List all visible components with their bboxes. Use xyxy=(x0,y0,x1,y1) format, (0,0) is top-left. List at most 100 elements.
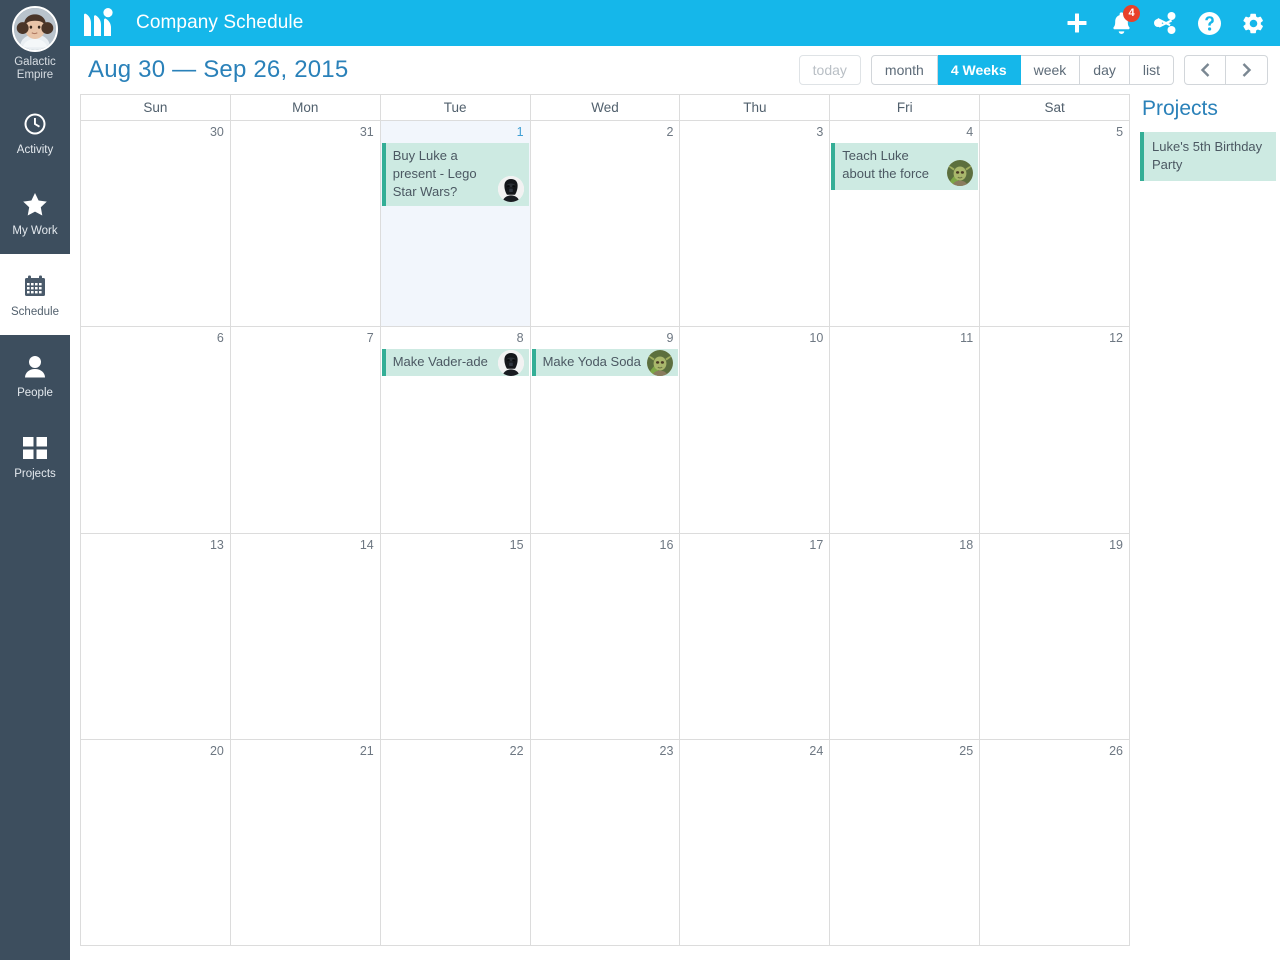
left-nav-rail: Galactic Empire Activity My Work Schedul… xyxy=(0,0,70,960)
day-events xyxy=(980,345,1129,349)
calendar-day-header: Wed xyxy=(529,95,680,120)
calendar-day-cell[interactable]: 5 xyxy=(979,121,1129,327)
calendar-day-cell[interactable]: 9 Make Yoda Soda xyxy=(529,327,680,533)
calendar-day-cell[interactable]: 19 xyxy=(979,533,1129,739)
calendar-day-header: Fri xyxy=(829,95,979,120)
calendar-day-cell[interactable]: 23 xyxy=(529,739,680,945)
date-range-title: Aug 30 — Sep 26, 2015 xyxy=(88,56,349,83)
calendar-week-row: 13 14 15 16 17 18 19 xyxy=(81,532,1129,739)
calendar-day-cell[interactable]: 17 xyxy=(679,533,829,739)
view-day-button[interactable]: day xyxy=(1080,55,1130,85)
day-number: 24 xyxy=(809,743,824,758)
today-button[interactable]: today xyxy=(798,55,861,85)
calendar-event[interactable]: Buy Luke a present - Lego Star Wars? xyxy=(381,143,529,206)
calendar-day-cell[interactable]: 10 xyxy=(679,327,829,533)
day-events xyxy=(680,758,829,762)
calendar-day-headers: Sun Mon Tue Wed Thu Fri Sat xyxy=(81,95,1129,121)
day-number: 12 xyxy=(1109,331,1124,346)
day-events: Buy Luke a present - Lego Star Wars? xyxy=(381,139,530,206)
calendar-week-row: 20 21 22 23 24 25 26 xyxy=(81,738,1129,945)
view-week-button[interactable]: week xyxy=(1020,55,1081,85)
calendar-day-cell[interactable]: 12 xyxy=(979,327,1129,533)
calendar-day-header: Tue xyxy=(379,95,530,120)
day-events xyxy=(830,345,979,349)
notifications-button[interactable]: 4 xyxy=(1108,5,1140,36)
sidebar-item-my-work[interactable]: My Work xyxy=(0,173,70,254)
sidebar-item-label: People xyxy=(17,386,53,399)
day-number: 21 xyxy=(359,743,374,758)
day-events xyxy=(81,345,230,349)
view-month-button[interactable]: month xyxy=(870,55,938,85)
calendar-day-cell[interactable]: 21 xyxy=(229,739,380,945)
account-badge[interactable]: Galactic Empire xyxy=(0,0,70,92)
day-number: 19 xyxy=(1109,537,1124,552)
sidebar-item-label: Schedule xyxy=(11,305,59,318)
day-events xyxy=(381,758,530,762)
mavenlink-logo-icon[interactable] xyxy=(82,8,124,38)
view-4weeks-button[interactable]: 4 Weeks xyxy=(937,55,1021,85)
sidebar-item-people[interactable]: People xyxy=(0,335,70,416)
day-events xyxy=(531,552,680,556)
calendar-day-cell[interactable]: 24 xyxy=(679,739,829,945)
day-number: 20 xyxy=(209,743,224,758)
calendar-day-cell[interactable]: 13 xyxy=(81,534,230,739)
calendar-event[interactable]: Make Yoda Soda xyxy=(531,349,679,377)
calendar-event[interactable]: Make Vader-ade xyxy=(381,349,529,377)
day-number: 1 xyxy=(516,125,524,139)
sidebar-item-schedule[interactable]: Schedule xyxy=(0,254,70,335)
calendar-day-cell[interactable]: 11 xyxy=(829,327,979,533)
calendar-day-cell[interactable]: 7 xyxy=(229,327,380,533)
add-button[interactable] xyxy=(1064,10,1090,36)
day-number: 16 xyxy=(659,537,674,552)
calendar-day-cell[interactable]: 8 Make Vader-ade xyxy=(379,327,530,533)
calendar-day-cell[interactable]: 20 xyxy=(81,740,230,945)
plus-icon xyxy=(1066,12,1088,34)
day-number: 6 xyxy=(216,331,224,346)
day-number: 22 xyxy=(509,743,524,758)
calendar-event[interactable]: Teach Luke about the force xyxy=(831,143,979,190)
calendar-grid: Sun Mon Tue Wed Thu Fri Sat 30 31 1 Buy Luke a pr… xyxy=(80,94,1130,946)
day-events xyxy=(680,345,829,349)
view-list-button[interactable]: list xyxy=(1129,55,1174,85)
day-events xyxy=(381,552,530,556)
calendar-day-cell[interactable]: 15 xyxy=(379,533,530,739)
next-period-button[interactable] xyxy=(1226,55,1268,85)
share-icon xyxy=(1154,12,1176,34)
calendar-day-cell-today[interactable]: 1 Buy Luke a present - Lego Star Wars? xyxy=(379,121,530,327)
help-button[interactable] xyxy=(1196,10,1222,36)
notification-badge: 4 xyxy=(1123,5,1140,22)
calendar-day-cell[interactable]: 2 xyxy=(529,121,680,327)
calendar-day-cell[interactable]: 30 xyxy=(81,121,230,326)
share-button[interactable] xyxy=(1152,10,1178,36)
day-number: 31 xyxy=(359,125,374,139)
calendar-day-cell[interactable]: 4 Teach Luke about the force xyxy=(829,121,979,327)
calendar-day-cell[interactable]: 31 xyxy=(229,121,380,327)
calendar-day-cell[interactable]: 16 xyxy=(529,533,680,739)
settings-button[interactable] xyxy=(1240,10,1266,36)
vader-avatar xyxy=(497,349,524,376)
chevron-left-icon xyxy=(1200,62,1211,78)
sidebar-item-label: Projects xyxy=(14,467,56,480)
calendar-day-cell[interactable]: 26 xyxy=(979,739,1129,945)
calendar-day-cell[interactable]: 25 xyxy=(829,739,979,945)
calendar-day-cell[interactable]: 6 xyxy=(81,327,230,532)
day-events: Make Yoda Soda xyxy=(531,345,680,377)
day-events xyxy=(680,139,829,143)
project-list-item[interactable]: Luke's 5th Birthday Party xyxy=(1140,132,1276,181)
sidebar-item-projects[interactable]: Projects xyxy=(0,416,70,497)
sidebar-item-activity[interactable]: Activity xyxy=(0,92,70,173)
calendar-icon xyxy=(23,271,47,301)
prev-period-button[interactable] xyxy=(1184,55,1226,85)
calendar-day-cell[interactable]: 3 xyxy=(679,121,829,327)
day-number: 25 xyxy=(959,743,974,758)
projects-list: Luke's 5th Birthday Party xyxy=(1140,132,1276,181)
calendar-day-cell[interactable]: 22 xyxy=(379,739,530,945)
day-events xyxy=(980,139,1129,143)
calendar-day-cell[interactable]: 18 xyxy=(829,533,979,739)
clock-icon xyxy=(23,109,47,139)
calendar-day-cell[interactable]: 14 xyxy=(229,533,380,739)
day-number: 10 xyxy=(809,331,824,346)
chevron-right-icon xyxy=(1241,62,1252,78)
day-number: 3 xyxy=(816,125,824,139)
day-number: 2 xyxy=(666,125,674,139)
